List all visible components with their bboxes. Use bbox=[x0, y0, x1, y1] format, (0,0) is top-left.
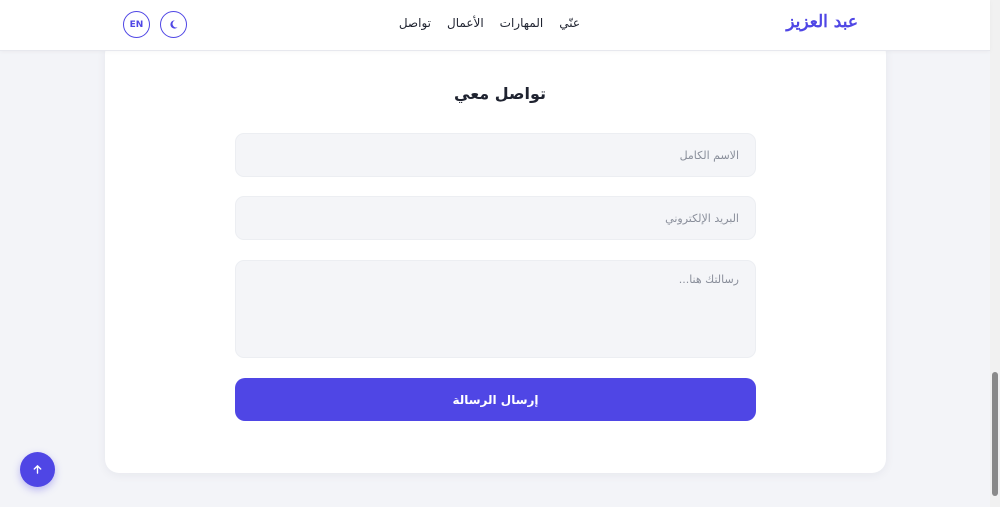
arrow-up-icon bbox=[33, 465, 42, 474]
full-name-input[interactable] bbox=[235, 133, 756, 177]
page-scrollbar[interactable] bbox=[990, 0, 1000, 507]
send-message-button[interactable]: إرسال الرسالة bbox=[235, 378, 756, 421]
brand-logo[interactable]: عبد العزيز bbox=[786, 12, 858, 32]
nav-link-about[interactable]: عنّي bbox=[559, 16, 580, 30]
navbar: عبد العزيز عنّي المهارات الأعمال تواصل E… bbox=[0, 0, 990, 51]
scrollbar-thumb[interactable] bbox=[992, 372, 998, 496]
message-textarea[interactable] bbox=[235, 260, 756, 358]
nav-link-projects[interactable]: الأعمال bbox=[447, 16, 484, 30]
email-input[interactable] bbox=[235, 196, 756, 240]
scroll-to-top-button[interactable] bbox=[20, 452, 55, 487]
contact-title: تواصل معي bbox=[454, 84, 546, 103]
theme-toggle-button[interactable] bbox=[160, 11, 187, 38]
language-toggle-button[interactable]: EN bbox=[123, 11, 150, 38]
nav-link-skills[interactable]: المهارات bbox=[500, 16, 544, 30]
nav-links: عنّي المهارات الأعمال تواصل bbox=[399, 16, 580, 30]
moon-icon bbox=[170, 20, 178, 29]
nav-link-contact[interactable]: تواصل bbox=[399, 16, 431, 30]
